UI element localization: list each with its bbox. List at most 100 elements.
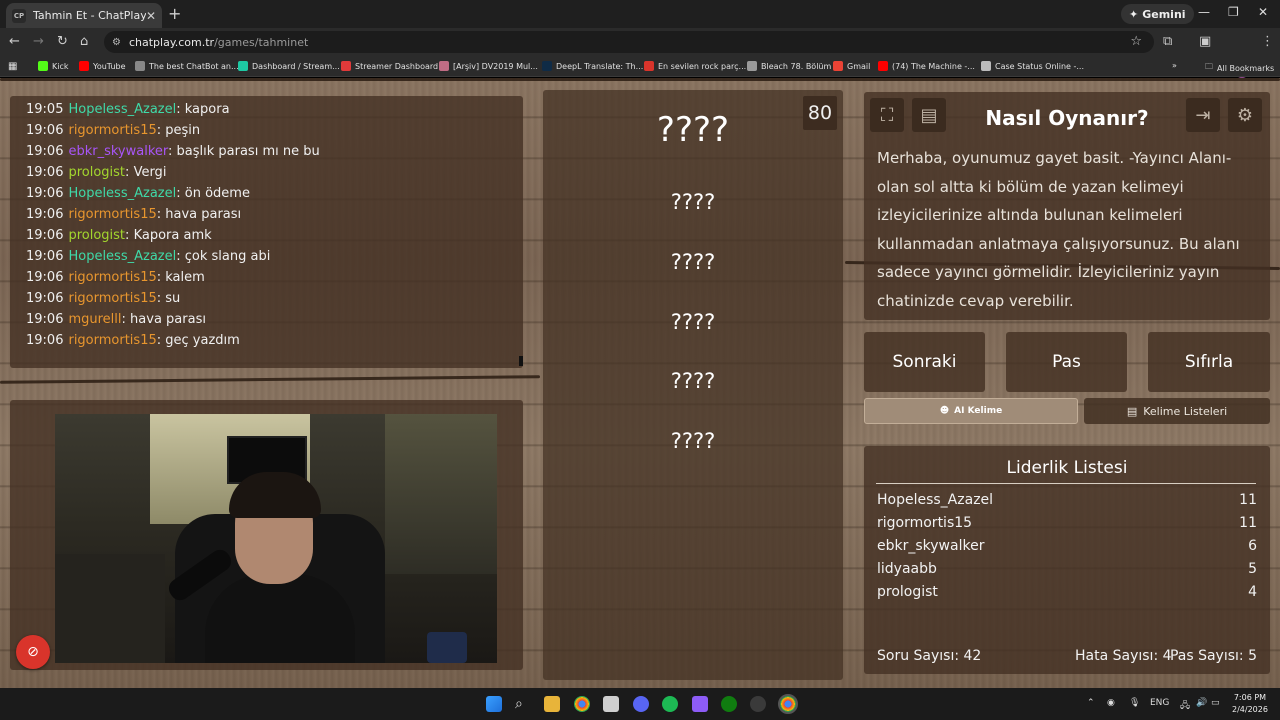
forward-icon[interactable]: → [33, 34, 44, 49]
chat-time: 19:06 [26, 186, 64, 201]
bookmarks-overflow-icon[interactable]: » [1172, 61, 1177, 70]
new-tab-icon[interactable]: + [168, 4, 181, 23]
leaderboard-name: rigormortis15 [877, 515, 973, 531]
chat-time: 19:06 [26, 207, 64, 222]
network-icon[interactable]: 🖧 [1180, 698, 1190, 714]
bookmark-star-icon[interactable]: ☆ [1130, 34, 1142, 49]
ai-word-button[interactable]: ☻ AI Kelime [864, 398, 1078, 424]
tray-app-icon[interactable]: ◉ [1107, 698, 1115, 708]
bookmark-streamer-dashboard[interactable]: Streamer Dashboard [341, 61, 438, 71]
chat-time: 19:06 [26, 312, 64, 327]
forbidden-word: ???? [670, 310, 716, 334]
bookmark-label: Kick [52, 61, 69, 71]
pass-count: Pas Sayısı: 5 [1169, 648, 1257, 664]
chrome-active-icon[interactable] [778, 694, 798, 714]
chat-message: 19:06 mgurelll: hava parası [26, 312, 206, 327]
next-button[interactable]: Sonraki [864, 332, 985, 392]
chat-username[interactable]: Hopeless_Azazel [68, 102, 176, 117]
tray-overflow-icon[interactable]: ⌃ [1087, 698, 1095, 708]
chat-time: 19:06 [26, 270, 64, 285]
chat-username[interactable]: mgurelll [68, 312, 121, 327]
bookmark-chatbot[interactable]: The best ChatBot an... [135, 61, 239, 71]
taskbar-clock[interactable]: 7:06 PM 2/4/2026 [1232, 692, 1268, 716]
window-close-icon[interactable]: ✕ [1258, 5, 1268, 19]
restore-icon[interactable]: ❐ [1228, 5, 1239, 19]
all-bookmarks[interactable]: 🗀 All Bookmarks [1205, 61, 1274, 75]
close-tab-icon[interactable]: ✕ [146, 9, 156, 23]
apps-grid-icon[interactable]: ▦ [8, 61, 17, 72]
chat-time: 19:06 [26, 144, 64, 159]
chat-message: 19:06 rigormortis15: peşin [26, 123, 201, 138]
bookmark-dashboard-stream[interactable]: Dashboard / Stream... [238, 61, 340, 71]
bookmark-bleach[interactable]: Bleach 78. Bölüm [747, 61, 831, 71]
extensions-icon[interactable]: ⧉ [1163, 34, 1172, 49]
bookmark-gmail[interactable]: Gmail [833, 61, 870, 71]
address-bar[interactable]: ⚙ chatplay.com.tr/games/tahminet ☆ [104, 31, 1154, 53]
bookmark-arsiv[interactable]: [Arşiv] DV2019 Mul... [439, 61, 538, 71]
chat-text: ön ödeme [184, 186, 250, 201]
chat-time: 19:06 [26, 249, 64, 264]
volume-icon[interactable]: 🔊 [1196, 698, 1207, 708]
file-explorer-icon[interactable] [544, 696, 560, 712]
bookmark-kick[interactable]: Kick [38, 61, 69, 71]
bookmark-rock[interactable]: En sevilen rock parç... [644, 61, 746, 71]
how-to-play-text: Merhaba, oyunumuz gayet basit. -Yayıncı … [877, 149, 1240, 310]
search-icon[interactable]: ⌕ [515, 696, 531, 712]
chat-text: su [165, 291, 181, 306]
pass-button[interactable]: Pas [1006, 332, 1127, 392]
chat-username[interactable]: ebkr_skywalker [68, 144, 168, 159]
chat-username[interactable]: rigormortis15 [68, 207, 156, 222]
gemini-button[interactable]: ✦ Gemini [1121, 4, 1194, 24]
bookmark-case-status[interactable]: Case Status Online -... [981, 61, 1084, 71]
reload-icon[interactable]: ↻ [57, 34, 68, 49]
chat-message: 19:06 Hopeless_Azazel: ön ödeme [26, 186, 250, 201]
app-icon[interactable] [692, 696, 708, 712]
chat-text: Kapora amk [133, 228, 212, 243]
forbidden-word: ???? [670, 369, 716, 393]
bookmark-youtube[interactable]: YouTube [79, 61, 126, 71]
leaderboard-name: lidyaabb [877, 561, 937, 577]
bookmark-label: En sevilen rock parç... [658, 61, 747, 71]
language-indicator[interactable]: ENG [1150, 698, 1169, 708]
chat-username[interactable]: rigormortis15 [68, 291, 156, 306]
chat-username[interactable]: Hopeless_Azazel [68, 186, 176, 201]
chat-username[interactable]: prologist [68, 228, 125, 243]
chat-username[interactable]: Hopeless_Azazel [68, 249, 176, 264]
store-icon[interactable] [603, 696, 619, 712]
word-lists-button[interactable]: ▤ Kelime Listeleri [1084, 398, 1270, 424]
menu-kebab-icon[interactable]: ⋮ [1261, 34, 1274, 49]
chat-message: 19:06 prologist: Vergi [26, 165, 167, 180]
home-icon[interactable]: ⌂ [80, 34, 88, 49]
spotify-icon[interactable] [662, 696, 678, 712]
youtube-icon [878, 61, 888, 71]
chat-username[interactable]: rigormortis15 [68, 270, 156, 285]
obs-icon[interactable] [750, 696, 766, 712]
chrome-icon[interactable] [574, 696, 590, 712]
deepl-icon [542, 61, 552, 71]
site-info-icon[interactable]: ⚙ [112, 37, 121, 48]
side-panel-icon[interactable]: ▣ [1199, 34, 1211, 49]
leaderboard-row: ebkr_skywalker 6 [877, 538, 1257, 554]
chat-username[interactable]: rigormortis15 [68, 123, 156, 138]
windows-start-icon[interactable] [486, 696, 502, 712]
all-bookmarks-label: All Bookmarks [1217, 63, 1275, 73]
minimize-icon[interactable]: — [1198, 5, 1210, 19]
browser-tab[interactable]: CP Tahmin Et - ChatPlay ✕ [6, 3, 162, 28]
leaderboard-name: ebkr_skywalker [877, 538, 985, 554]
chat-time: 19:05 [26, 102, 64, 117]
discord-icon[interactable] [633, 696, 649, 712]
folder-icon: 🗀 [1205, 62, 1213, 71]
microphone-icon[interactable]: 🎙 [1129, 698, 1140, 708]
back-icon[interactable]: ← [9, 34, 20, 49]
bookmark-deepl[interactable]: DeepL Translate: Th... [542, 61, 643, 71]
battery-icon[interactable]: ▭ [1211, 698, 1220, 708]
chat-scrollbar[interactable] [519, 356, 523, 366]
bookmark-the-machine[interactable]: (74) The Machine -... [878, 61, 975, 71]
record-toggle-button[interactable]: ⊘ [16, 635, 50, 669]
xbox-icon[interactable] [721, 696, 737, 712]
reset-button[interactable]: Sıfırla [1148, 332, 1270, 392]
wood-crack [0, 375, 541, 384]
chat-username[interactable]: rigormortis15 [68, 333, 156, 348]
chat-username[interactable]: prologist [68, 165, 125, 180]
robot-icon: ☻ [939, 406, 950, 416]
